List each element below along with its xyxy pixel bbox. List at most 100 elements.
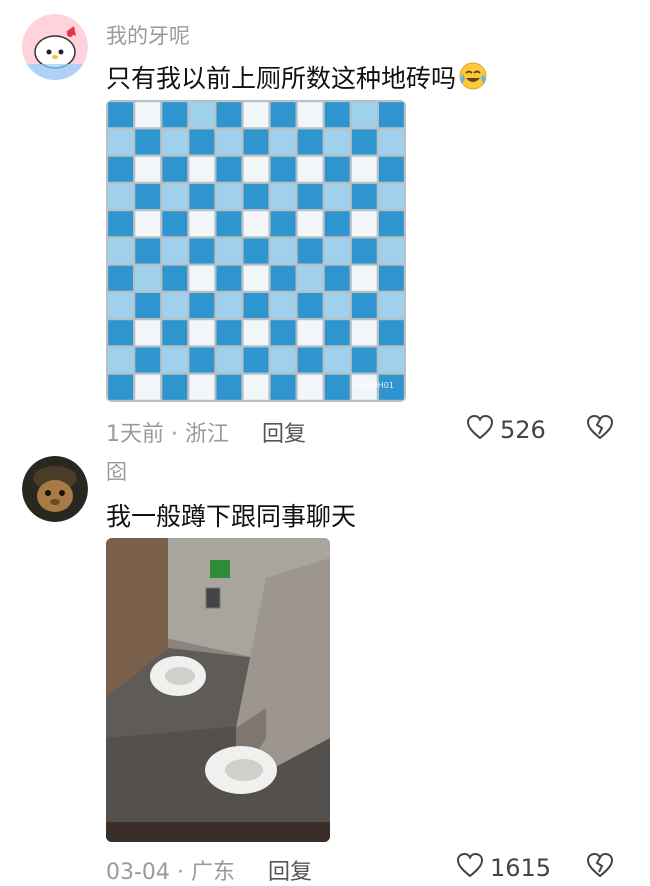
mosaic-tile <box>270 265 296 291</box>
comment-time: 1天前 <box>106 422 164 447</box>
mosaic-tile <box>243 102 269 128</box>
mosaic-tile <box>108 156 134 182</box>
mosaic-tile <box>216 374 242 400</box>
mosaic-tile <box>351 156 377 182</box>
mosaic-tile <box>324 156 350 182</box>
mosaic-tile <box>297 211 323 237</box>
comment-item: 囵 我一般蹲下跟同事聊天 03-04 · 广东 回复 1615 <box>0 450 650 885</box>
mosaic-tile <box>162 347 188 373</box>
mosaic-tile <box>162 265 188 291</box>
mosaic-tile <box>108 129 134 155</box>
mosaic-tile <box>135 129 161 155</box>
mosaic-tile <box>324 211 350 237</box>
mosaic-tile <box>135 265 161 291</box>
mosaic-tile <box>270 292 296 319</box>
mosaic-tile <box>270 183 296 209</box>
comment-meta: 03-04 · 广东 回复 <box>106 854 312 886</box>
mosaic-tile <box>189 211 215 237</box>
image-watermark: 94680H01 <box>352 381 394 390</box>
mosaic-tile <box>297 156 323 182</box>
mosaic-tile <box>189 129 215 155</box>
mosaic-tile <box>162 183 188 209</box>
dislike-button[interactable] <box>586 414 614 444</box>
mosaic-tile <box>189 374 215 400</box>
mosaic-tile <box>135 347 161 373</box>
mosaic-tile <box>243 211 269 237</box>
reply-button[interactable]: 回复 <box>262 422 306 447</box>
reply-button[interactable]: 回复 <box>268 860 312 885</box>
mosaic-tile <box>162 320 188 346</box>
mosaic-tile <box>108 374 134 400</box>
mosaic-tile <box>216 292 242 319</box>
mosaic-tile <box>189 320 215 346</box>
mosaic-tile <box>297 238 323 264</box>
avatar[interactable] <box>22 456 88 522</box>
mosaic-tile <box>162 292 188 319</box>
mosaic-tile <box>297 102 323 128</box>
mosaic-tile <box>135 320 161 346</box>
mosaic-tile <box>243 320 269 346</box>
comment-username[interactable]: 囵 <box>106 456 127 486</box>
mosaic-tile <box>351 183 377 209</box>
mosaic-tile <box>378 320 404 346</box>
mosaic-tile <box>351 265 377 291</box>
like-count: 526 <box>500 416 546 444</box>
comment-image-tiles[interactable]: 94680H01 <box>106 100 406 402</box>
mosaic-tile <box>324 238 350 264</box>
mosaic-tile <box>162 129 188 155</box>
mosaic-tile <box>324 129 350 155</box>
comment-location: 浙江 <box>185 422 230 447</box>
mosaic-tile <box>216 183 242 209</box>
mosaic-tile <box>162 238 188 264</box>
mosaic-tile <box>189 156 215 182</box>
crying-laughing-emoji-icon <box>458 61 488 91</box>
mosaic-tile <box>216 265 242 291</box>
mosaic-tile <box>378 347 404 373</box>
mosaic-tile <box>189 102 215 128</box>
mosaic-tile <box>216 102 242 128</box>
mosaic-tile <box>135 183 161 209</box>
comment-text: 只有我以前上厕所数这种地砖吗 <box>106 59 488 95</box>
comment-time: 03-04 <box>106 860 170 885</box>
comment-image-restroom[interactable] <box>106 538 330 842</box>
mosaic-tile <box>108 320 134 346</box>
mosaic-tile <box>108 347 134 373</box>
mosaic-tile <box>297 292 323 319</box>
mosaic-tile <box>270 374 296 400</box>
mosaic-tile <box>108 292 134 319</box>
mosaic-tile <box>162 156 188 182</box>
mosaic-tile <box>189 183 215 209</box>
restroom-photo <box>106 538 330 842</box>
mosaic-tile <box>378 156 404 182</box>
mosaic-tile <box>270 238 296 264</box>
comment-text: 我一般蹲下跟同事聊天 <box>106 502 357 531</box>
meta-separator: · <box>176 860 184 885</box>
comment-item: 我的牙呢 只有我以前上厕所数这种地砖吗 94680H01 1天前 · 浙江 回复 <box>0 0 650 450</box>
dislike-button[interactable] <box>586 852 614 882</box>
mosaic-tile <box>297 320 323 346</box>
comment-username[interactable]: 我的牙呢 <box>106 20 190 50</box>
like-button[interactable]: 526 <box>466 414 546 446</box>
mosaic-tile <box>216 211 242 237</box>
mosaic-tile <box>216 238 242 264</box>
avatar[interactable] <box>22 14 88 80</box>
mosaic-tile <box>135 156 161 182</box>
mosaic-tile <box>270 156 296 182</box>
mosaic-tile <box>324 320 350 346</box>
mosaic-tile <box>378 129 404 155</box>
mosaic-tile <box>270 129 296 155</box>
mosaic-tile <box>243 238 269 264</box>
mosaic-tile <box>378 211 404 237</box>
mosaic-tile <box>189 265 215 291</box>
mosaic-tile <box>216 320 242 346</box>
like-button[interactable]: 1615 <box>456 852 551 884</box>
mosaic-tile <box>270 320 296 346</box>
mosaic-tile <box>324 374 350 400</box>
mosaic-tile <box>108 211 134 237</box>
mosaic-tile <box>135 102 161 128</box>
mosaic-tile <box>351 292 377 319</box>
mosaic-tile <box>297 374 323 400</box>
mosaic-tile <box>324 292 350 319</box>
mosaic-tile <box>324 102 350 128</box>
mosaic-tile <box>135 238 161 264</box>
